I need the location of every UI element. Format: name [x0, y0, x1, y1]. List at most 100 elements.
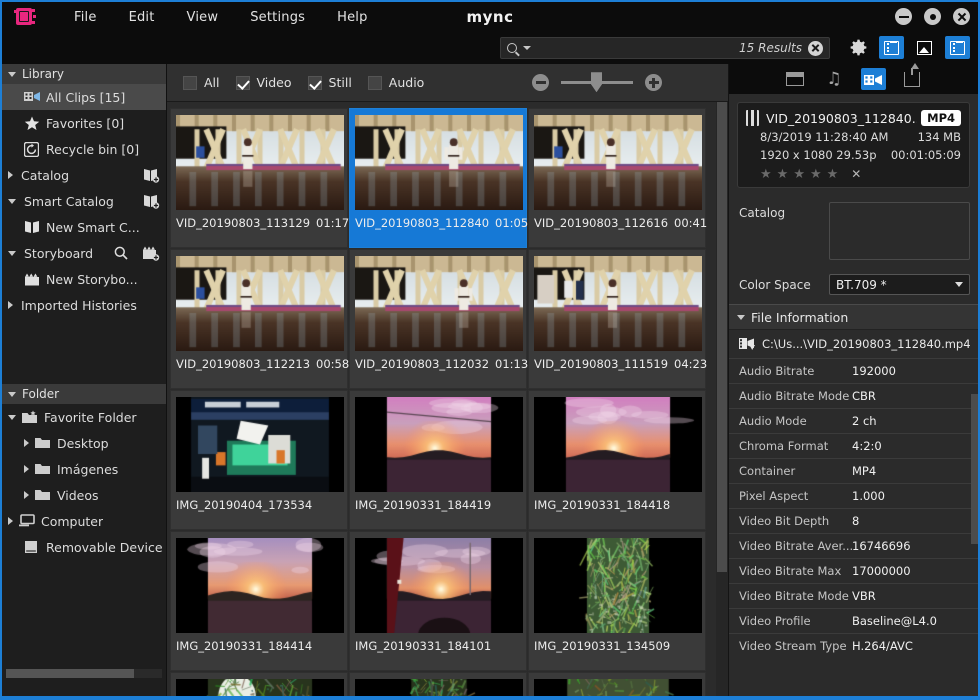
menu-item-edit[interactable]: Edit [113, 6, 171, 29]
thumbnail-filename: IMG_20190331_184101 [355, 639, 491, 653]
content-vertical-scrollbar[interactable] [716, 102, 728, 696]
chevron-right-icon[interactable] [24, 439, 29, 447]
chevron-right-icon[interactable] [24, 491, 29, 499]
thumbnail-cell[interactable]: IMG_20190331_184101 [349, 531, 527, 671]
slider-handle[interactable] [591, 72, 602, 92]
filter-video[interactable]: Video [236, 75, 292, 90]
sidebar-item-imagenes[interactable]: Imágenes [2, 456, 166, 482]
filter-all[interactable]: All [183, 75, 220, 90]
menu-item-help[interactable]: Help [321, 6, 383, 29]
thumbnail-size-slider[interactable] [561, 81, 633, 84]
color-space-select[interactable]: BT.709 * [829, 274, 970, 295]
search-input[interactable] [531, 41, 739, 55]
thumbnail-cell[interactable]: VID_20190803_113129 01:17 [170, 108, 348, 248]
thumbnail-cell[interactable] [170, 672, 348, 696]
chevron-down-icon[interactable] [8, 251, 16, 256]
checkbox-all[interactable] [183, 76, 197, 90]
storyboard-search-icon[interactable] [114, 246, 128, 263]
thumbnail-cell[interactable]: IMG_20190331_184414 [170, 531, 348, 671]
sidebar-item-all-clips[interactable]: All Clips [15] [2, 84, 166, 110]
chevron-down-icon[interactable] [737, 315, 745, 320]
thumbnail-cell[interactable]: VID_20190803_112840 01:05 [349, 108, 527, 248]
scrollbar-thumb[interactable] [717, 102, 727, 572]
filter-audio[interactable]: Audio [368, 75, 425, 90]
sidebar-item-smart-catalog[interactable]: Smart Catalog [2, 188, 166, 214]
clear-search-icon[interactable] [808, 41, 823, 56]
clear-rating-icon[interactable]: ✕ [851, 167, 861, 181]
list-view-button[interactable] [879, 36, 904, 59]
chevron-down-icon[interactable] [8, 392, 16, 397]
star-icon[interactable]: ★ [777, 168, 789, 181]
minimize-icon[interactable] [895, 8, 912, 25]
scrollbar-thumb[interactable] [6, 669, 134, 678]
gear-icon[interactable] [848, 37, 869, 58]
sidebar-horizontal-scrollbar[interactable] [6, 669, 162, 678]
thumbnail-filename: IMG_20190331_184419 [355, 498, 491, 512]
maximize-icon[interactable] [924, 8, 941, 25]
thumbnail-cell[interactable]: VID_20190803_112213 00:58 [170, 249, 348, 389]
star-icon[interactable]: ★ [827, 168, 839, 181]
tab-clip[interactable] [783, 68, 808, 90]
thumbnail-cell[interactable]: IMG_20190331_184419 [349, 390, 527, 530]
tab-export[interactable] [900, 68, 925, 90]
zoom-out-icon[interactable] [532, 74, 549, 91]
inspector-vertical-scrollbar[interactable] [971, 394, 978, 544]
sidebar-item-favorites[interactable]: Favorites [0] [2, 110, 166, 136]
chevron-down-icon[interactable] [523, 46, 531, 50]
sidebar-item-storyboard[interactable]: Storyboard [2, 240, 166, 266]
detail-view-button[interactable] [945, 36, 970, 59]
checkbox-video[interactable] [236, 76, 250, 90]
add-smart-catalog-icon[interactable] [142, 193, 160, 209]
menu-item-file[interactable]: File [58, 6, 113, 29]
thumbnail-cell[interactable] [528, 672, 706, 696]
star-icon[interactable]: ★ [810, 168, 822, 181]
file-information-header[interactable]: File Information [729, 304, 978, 330]
sidebar-item-videos[interactable]: Videos [2, 482, 166, 508]
chevron-down-icon[interactable] [8, 199, 16, 204]
chevron-down-icon[interactable] [8, 72, 16, 77]
tab-video[interactable] [861, 68, 886, 90]
sidebar-item-imported-histories[interactable]: Imported Histories [2, 292, 166, 318]
thumbnail-cell[interactable]: VID_20190803_111519 04:23 [528, 249, 706, 389]
sidebar-item-computer[interactable]: Computer [2, 508, 166, 534]
tab-audio[interactable]: ♫ [822, 68, 847, 90]
thumbnail-cell[interactable]: IMG_20190331_184418 [528, 390, 706, 530]
sidebar-section-library[interactable]: Library [2, 64, 166, 84]
chevron-right-icon[interactable] [8, 171, 13, 179]
sidebar-item-new-storyboard[interactable]: New Storybo... [2, 266, 166, 292]
catalog-value-box[interactable] [829, 202, 970, 260]
rating-stars[interactable]: ★ ★ ★ ★ ★ ✕ [746, 167, 961, 181]
thumbnail-view-button[interactable] [912, 36, 937, 59]
sidebar-item-favorite-folder[interactable]: Favorite Folder [2, 404, 166, 430]
add-storyboard-icon[interactable] [142, 245, 160, 261]
star-icon[interactable]: ★ [793, 168, 805, 181]
sidebar-item-catalog[interactable]: Catalog [2, 162, 166, 188]
thumbnail-cell[interactable]: VID_20190803_112032 01:13 [349, 249, 527, 389]
title-bar: File Edit View Settings Help mync [2, 2, 978, 32]
filter-still[interactable]: Still [308, 75, 352, 90]
thumbnail-cell[interactable]: IMG_20190331_134509 [528, 531, 706, 671]
thumbnail-cell[interactable]: IMG_20190404_173534 [170, 390, 348, 530]
close-icon[interactable] [953, 8, 970, 25]
add-catalog-icon[interactable] [142, 167, 160, 183]
star-icon[interactable]: ★ [760, 168, 772, 181]
zoom-in-icon[interactable] [645, 74, 662, 91]
sidebar-item-recycle-bin[interactable]: Recycle bin [0] [2, 136, 166, 162]
thumbnail-cell[interactable] [349, 672, 527, 696]
chevron-right-icon[interactable] [8, 301, 13, 309]
menu-item-view[interactable]: View [171, 6, 235, 29]
sidebar-item-removable-device[interactable]: Removable Device [2, 534, 166, 560]
sidebar-section-folder[interactable]: Folder [2, 384, 166, 404]
smart-catalog-item-icon [24, 220, 40, 235]
chevron-down-icon[interactable] [8, 415, 16, 420]
search-box[interactable]: 15 Results [500, 37, 830, 59]
checkbox-still[interactable] [308, 76, 322, 90]
sidebar-item-new-smart-catalog[interactable]: New Smart C... [2, 214, 166, 240]
checkbox-audio[interactable] [368, 76, 382, 90]
sidebar-item-desktop[interactable]: Desktop [2, 430, 166, 456]
thumbnail-cell[interactable]: VID_20190803_112616 00:41 [528, 108, 706, 248]
chevron-right-icon[interactable] [8, 517, 13, 525]
application-window: File Edit View Settings Help mync 15 Res… [0, 0, 980, 700]
menu-item-settings[interactable]: Settings [234, 6, 321, 29]
chevron-right-icon[interactable] [24, 465, 29, 473]
